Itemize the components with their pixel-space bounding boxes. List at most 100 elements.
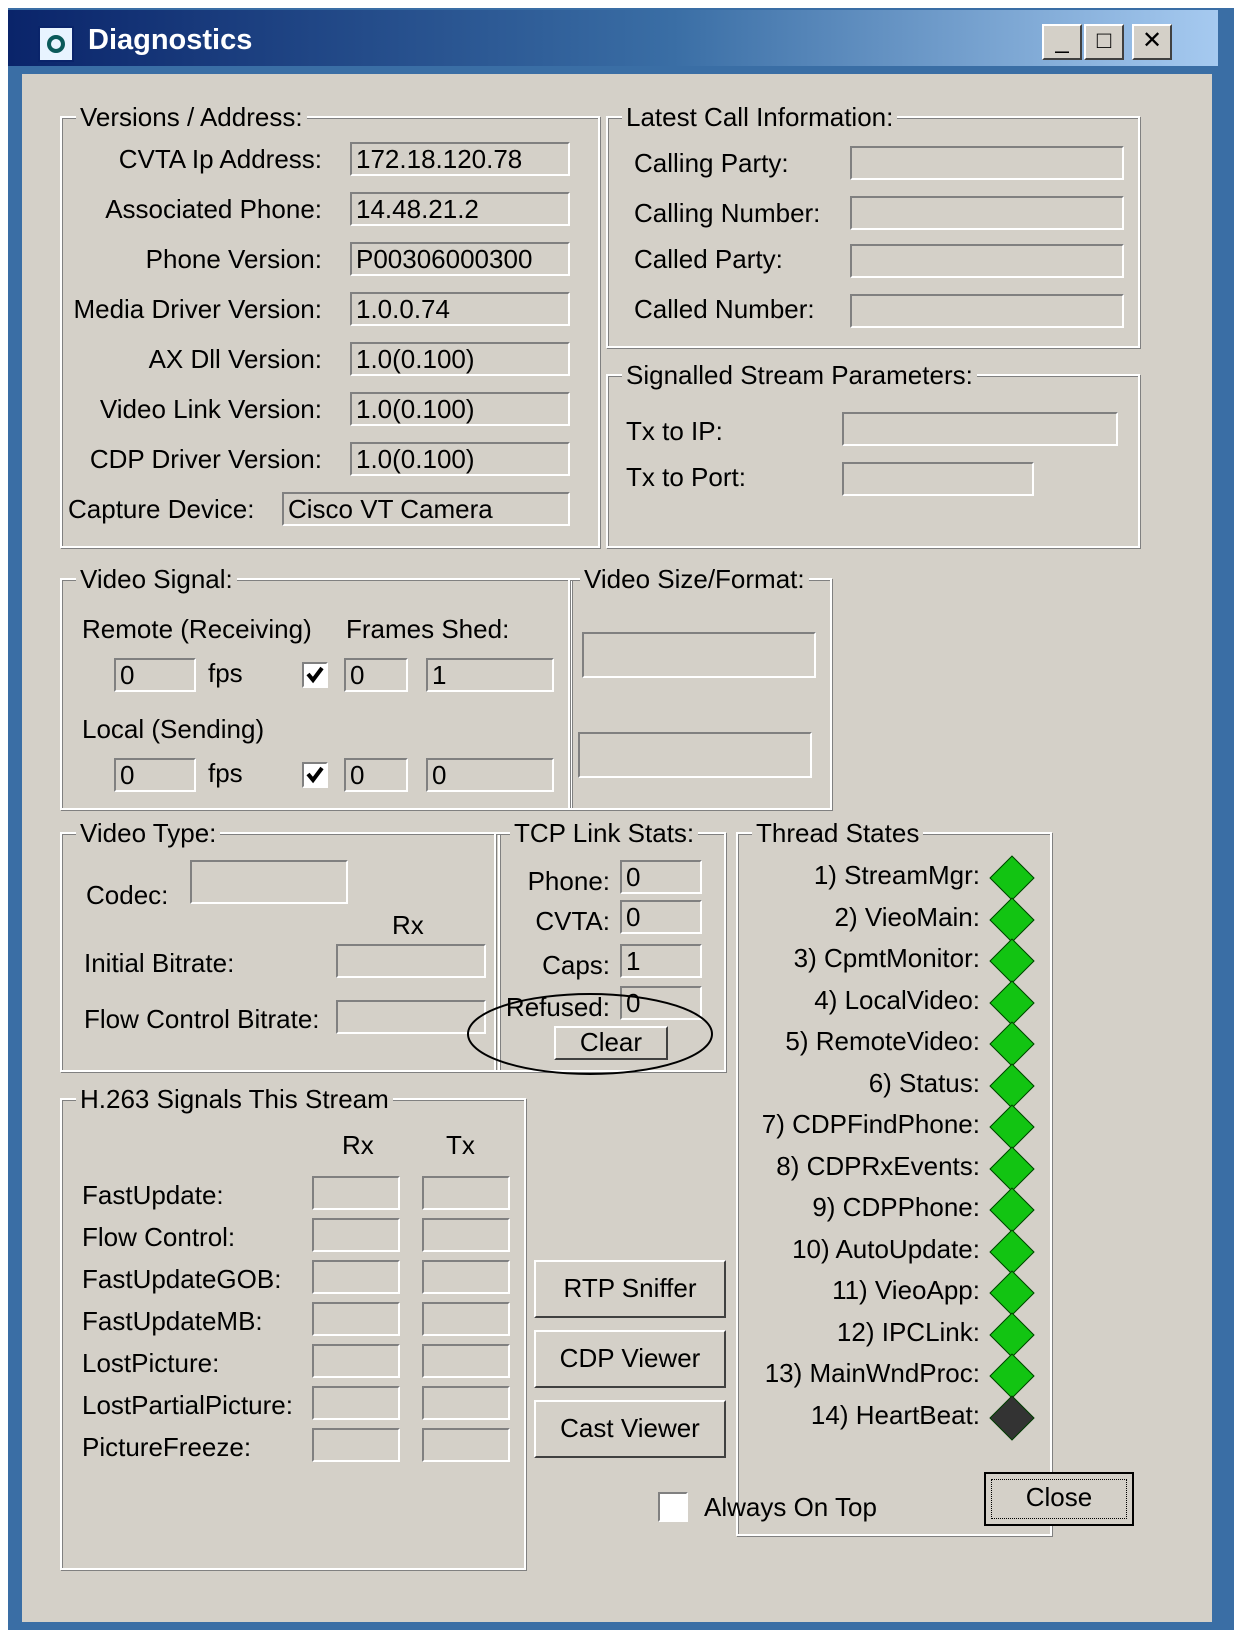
h263-row-label: PictureFreeze: <box>82 1432 252 1462</box>
h263-row-label: FastUpdate: <box>82 1180 224 1210</box>
local-fps-field: 0 <box>114 758 196 792</box>
called-number-field <box>850 294 1124 328</box>
always-on-top-checkbox[interactable] <box>658 1492 688 1522</box>
thread-label: 6) Status: <box>868 1067 980 1098</box>
local-checkbox[interactable] <box>302 762 328 788</box>
checkmark-icon <box>306 666 324 684</box>
close-button[interactable]: Close <box>984 1472 1134 1526</box>
media-driver-version-field: 1.0.0.74 <box>350 292 570 326</box>
ax-dll-version-field: 1.0(0.100) <box>350 342 570 376</box>
h263-row-label: Flow Control: <box>82 1222 236 1252</box>
signalled-stream-group: Signalled Stream Parameters: Tx to IP: T… <box>606 360 1140 548</box>
status-ok-icon <box>989 1104 1035 1150</box>
latest-call-title: Latest Call Information: <box>622 102 898 133</box>
video-size-field-2 <box>578 732 812 778</box>
thread-label: 2) VieoMain: <box>834 901 981 932</box>
thread-label: 9) CDPPhone: <box>812 1192 980 1222</box>
video-size-title: Video Size/Format: <box>580 564 809 595</box>
cvta-ip-label: CVTA Ip Address: <box>118 144 322 174</box>
called-number-label: Called Number: <box>634 294 815 324</box>
status-inactive-icon <box>989 1394 1035 1441</box>
local-extra-field: 0 <box>426 758 554 792</box>
remote-checkbox[interactable] <box>302 662 328 688</box>
thread-label: 14) HeartBeat: <box>810 1399 980 1430</box>
status-ok-icon <box>989 1270 1035 1316</box>
window-title: Diagnostics <box>88 24 253 56</box>
thread-label: 12) IPCLink: <box>836 1316 980 1347</box>
initial-bitrate-field <box>336 944 486 978</box>
thread-label: 8) CDPRxEvents: <box>776 1150 980 1181</box>
video-size-group: Video Size/Format: <box>568 564 832 810</box>
calling-party-field <box>850 146 1124 180</box>
media-driver-version-label: Media Driver Version: <box>73 294 322 324</box>
close-window-button[interactable]: ✕ <box>1132 24 1172 60</box>
h263-rx-field <box>312 1302 400 1336</box>
remote-frames-shed-field: 0 <box>344 658 408 692</box>
cdp-viewer-button[interactable]: CDP Viewer <box>534 1330 726 1388</box>
video-signal-group: Video Signal: Remote (Receiving) Frames … <box>60 564 572 810</box>
tx-to-ip-field <box>842 412 1118 446</box>
versions-title: Versions / Address: <box>76 102 307 133</box>
tcp-caps-field: 1 <box>620 944 702 978</box>
tcp-link-stats-title: TCP Link Stats: <box>510 818 699 849</box>
status-ok-icon <box>989 1062 1035 1109</box>
video-link-version-label: Video Link Version: <box>99 394 322 424</box>
tcp-cvta-field: 0 <box>620 900 702 934</box>
tx-to-ip-label: Tx to IP: <box>626 416 723 446</box>
video-type-title: Video Type: <box>76 818 221 849</box>
video-type-group: Video Type: Codec: Rx Initial Bitrate: F… <box>60 818 500 1072</box>
status-ok-icon <box>989 979 1035 1026</box>
checkmark-icon <box>306 766 324 784</box>
title-bar[interactable]: Diagnostics _ □ ✕ <box>8 10 1218 66</box>
cvta-ip-field: 172.18.120.78 <box>350 142 570 176</box>
app-icon <box>38 26 74 62</box>
h263-rx-field <box>312 1344 400 1378</box>
h263-rx-label: Rx <box>342 1130 374 1160</box>
ax-dll-version-label: AX Dll Version: <box>148 344 322 374</box>
thread-label: 11) VieoApp: <box>832 1275 980 1305</box>
h263-tx-field <box>422 1386 510 1420</box>
status-ok-icon <box>989 855 1035 901</box>
capture-device-field: Cisco VT Camera <box>282 492 570 526</box>
capture-device-label: Capture Device: <box>68 494 255 524</box>
frames-shed-label: Frames Shed: <box>346 614 510 644</box>
thread-label: 13) MainWndProc: <box>764 1358 980 1388</box>
h263-row-label: LostPicture: <box>82 1348 220 1378</box>
dialog-client-area: Versions / Address: CVTA Ip Address: 172… <box>22 74 1212 1622</box>
maximize-button[interactable]: □ <box>1084 24 1124 60</box>
local-frames-shed-field: 0 <box>344 758 408 792</box>
h263-tx-label: Tx <box>446 1130 475 1160</box>
h263-tx-field <box>422 1428 510 1462</box>
video-type-rx-label: Rx <box>392 910 424 940</box>
video-link-version-field: 1.0(0.100) <box>350 392 570 426</box>
minimize-button[interactable]: _ <box>1042 24 1082 60</box>
status-ok-icon <box>989 1353 1035 1399</box>
calling-number-label: Calling Number: <box>634 198 821 228</box>
remote-extra-field: 1 <box>426 658 554 692</box>
thread-label: 5) RemoteVideo: <box>785 1026 980 1056</box>
cdp-driver-version-label: CDP Driver Version: <box>89 444 322 474</box>
h263-row-label: FastUpdateGOB: <box>82 1264 282 1294</box>
h263-tx-field <box>422 1302 510 1336</box>
remote-fps-field: 0 <box>114 658 196 692</box>
status-ok-icon <box>989 1187 1035 1233</box>
status-ok-icon <box>989 1145 1035 1192</box>
signalled-stream-title: Signalled Stream Parameters: <box>622 360 977 391</box>
h263-signals-group: H.263 Signals This Stream Rx Tx FastUpda… <box>60 1084 526 1570</box>
h263-row-label: LostPartialPicture: <box>82 1390 293 1420</box>
cast-viewer-button[interactable]: Cast Viewer <box>534 1400 726 1458</box>
h263-signals-title: H.263 Signals This Stream <box>76 1084 393 1115</box>
phone-version-field: P00306000300 <box>350 242 570 276</box>
flow-control-bitrate-label: Flow Control Bitrate: <box>84 1004 320 1034</box>
tcp-phone-field: 0 <box>620 860 702 894</box>
thread-label: 7) CDPFindPhone: <box>761 1109 980 1139</box>
codec-label: Codec: <box>86 880 169 910</box>
associated-phone-label: Associated Phone: <box>105 194 322 224</box>
h263-tx-field <box>422 1260 510 1294</box>
h263-row-label: FastUpdateMB: <box>82 1306 263 1336</box>
always-on-top-label: Always On Top <box>704 1492 877 1522</box>
phone-version-label: Phone Version: <box>145 244 322 274</box>
rtp-sniffer-button[interactable]: RTP Sniffer <box>534 1260 726 1318</box>
highlight-ellipse <box>467 993 713 1075</box>
codec-field <box>190 860 348 904</box>
